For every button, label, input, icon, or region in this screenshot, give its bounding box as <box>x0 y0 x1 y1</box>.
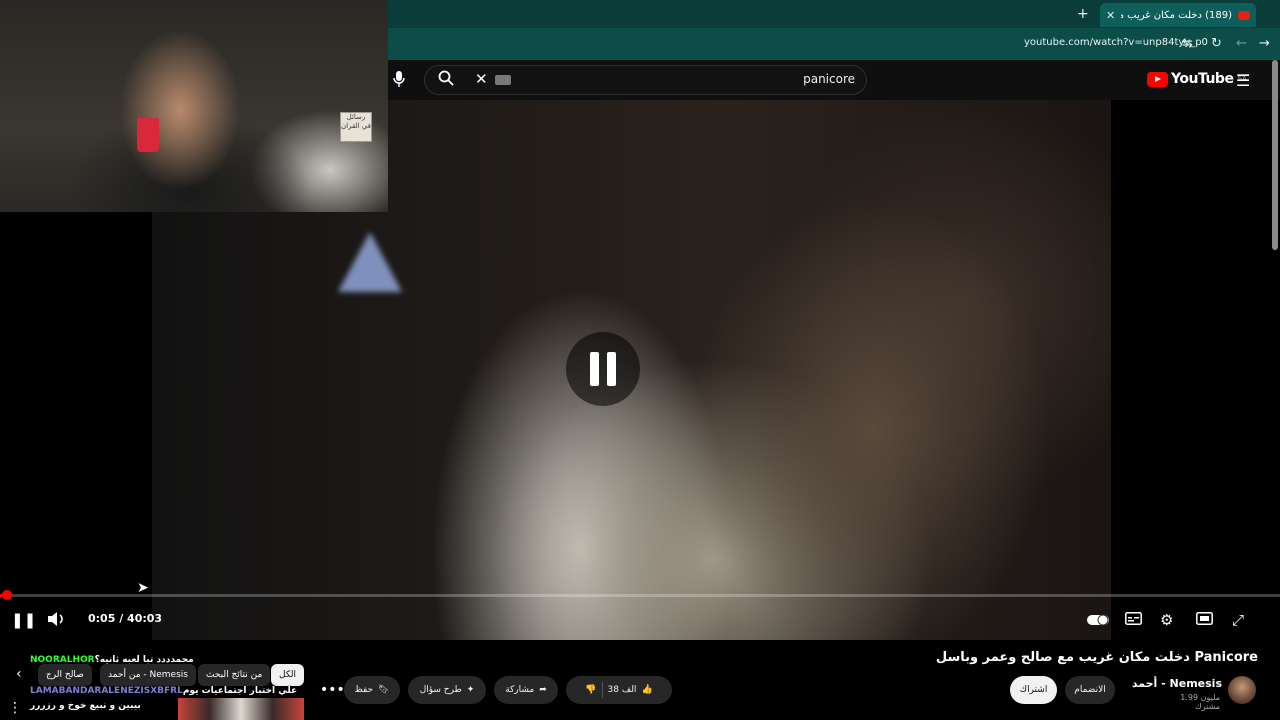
reload-icon[interactable]: ↻ <box>1211 36 1222 51</box>
progress-bar[interactable] <box>0 594 1280 597</box>
chat-text: علي اختبار اجتماعيات يوم <box>182 686 298 696</box>
search-icon[interactable] <box>438 70 454 90</box>
browser-tab[interactable]: (189) دخلت مكان غريب مع ✕ <box>1100 3 1256 27</box>
subscribe-label: اشتراك <box>1019 685 1048 695</box>
keyboard-icon[interactable] <box>495 75 511 85</box>
search-query-text: panicore <box>803 72 855 86</box>
clear-search-icon[interactable]: ✕ <box>475 70 488 88</box>
youtube-favicon-icon <box>1238 10 1250 20</box>
youtube-play-icon <box>1147 71 1168 87</box>
mouse-cursor: ➤ <box>137 580 149 596</box>
recommended-thumbnails[interactable] <box>178 698 304 720</box>
tissue-box: رسائل في القران <box>340 112 372 142</box>
subtitles-icon[interactable] <box>1125 611 1142 629</box>
subscribe-button[interactable]: اشتراك <box>1010 676 1057 704</box>
pause-bar-right <box>607 352 616 386</box>
join-button[interactable]: الانضمام <box>1065 676 1115 704</box>
pause-overlay-button[interactable] <box>566 332 640 406</box>
chip-from-ahmed[interactable]: من أحمد - Nemesis <box>100 664 196 686</box>
subscriber-count: 1.99 مليون مشترك <box>1180 693 1220 711</box>
theater-mode-icon[interactable] <box>1196 611 1213 629</box>
share-label: مشاركة <box>505 685 535 695</box>
divider <box>601 682 603 698</box>
background-lamp <box>338 232 402 292</box>
share-button[interactable]: مشاركة ➦ <box>494 676 558 704</box>
youtube-logo[interactable]: YouTube SA <box>1147 71 1247 87</box>
red-cup <box>137 118 159 152</box>
chat-username: LAMABANDARALENEZISXBFRL <box>30 686 183 696</box>
back-icon[interactable]: ← <box>1236 36 1247 51</box>
chip-all[interactable]: الكل <box>271 664 305 686</box>
bookmark-icon: 🔖︎ <box>378 685 390 695</box>
pause-bar-left <box>590 352 599 386</box>
play-pause-icon[interactable]: ❚❚ <box>11 611 36 629</box>
translate-icon[interactable]: ⇆ <box>1182 36 1193 51</box>
video-title: دخلت مكان غريب مع صالح وعمر وباسل Panico… <box>935 650 1258 665</box>
youtube-wordmark: YouTube <box>1171 71 1234 87</box>
more-actions-icon[interactable]: ••• <box>320 682 345 698</box>
chat-text: محمدددد تبا لعبه ثانيه؟ <box>94 655 194 665</box>
chat-message: LAMABANDARALENEZISXBFRLعلي اختبار اجتماع… <box>30 686 297 696</box>
save-button[interactable]: حفظ 🔖︎ <box>344 676 400 704</box>
chip-saleh[interactable]: صالح الرج <box>38 664 92 686</box>
channel-name[interactable]: أحمد - Nemesis <box>1130 677 1222 690</box>
share-icon: ➦ <box>539 685 547 695</box>
microphone-icon[interactable] <box>390 70 408 88</box>
volume-icon[interactable] <box>47 611 65 631</box>
settings-gear-icon[interactable]: ⚙ <box>1160 611 1173 629</box>
join-label: الانضمام <box>1074 685 1106 695</box>
dislike-icon[interactable]: 👎 <box>585 685 596 695</box>
save-label: حفظ <box>354 685 374 695</box>
fullscreen-icon[interactable]: ⤢ <box>1232 611 1244 629</box>
ask-button[interactable]: طرح سؤال ✦ <box>408 676 486 704</box>
time-display: 0:05 / 40:03 <box>88 612 163 625</box>
channel-avatar[interactable] <box>1228 676 1256 704</box>
chip-search-results[interactable]: من نتائج البحث <box>198 664 271 686</box>
close-tab-icon[interactable]: ✕ <box>1106 9 1115 22</box>
ask-label: طرح سؤال <box>419 685 462 695</box>
chat-message: بيبين و نبيع خوخ و رزررر <box>30 701 141 711</box>
chat-message: NOORALHORمحمدددد تبا لعبه ثانيه؟ <box>30 655 194 665</box>
like-dislike-group: 👎 38 الف 👍 <box>566 676 672 704</box>
webcam-overlay: رسائل في القران <box>0 0 388 212</box>
sparkle-icon: ✦ <box>466 685 475 695</box>
new-tab-button[interactable]: + <box>1077 6 1089 22</box>
scrubber-handle[interactable] <box>2 590 12 600</box>
chat-text: بيبين و نبيع خوخ و رزررر <box>30 701 141 711</box>
url-text[interactable]: youtube.com/watch?v=unp84tyy_p0 <box>1024 37 1208 48</box>
chips-previous-icon[interactable]: ‹ <box>16 666 22 682</box>
hamburger-menu-icon[interactable]: ☰ <box>1236 71 1250 90</box>
autoplay-toggle[interactable] <box>1087 612 1109 630</box>
page-scrollbar[interactable] <box>1272 60 1278 250</box>
tissue-box-label: رسائل في القران <box>341 113 371 130</box>
forward-icon[interactable]: → <box>1259 36 1270 51</box>
like-count: 38 الف <box>607 685 637 695</box>
like-icon[interactable]: 👍 <box>641 685 652 695</box>
chat-username: NOORALHOR <box>30 655 95 665</box>
tab-title: (189) دخلت مكان غريب مع <box>1121 9 1232 21</box>
more-vertical-icon[interactable]: ⋮ <box>8 700 22 716</box>
